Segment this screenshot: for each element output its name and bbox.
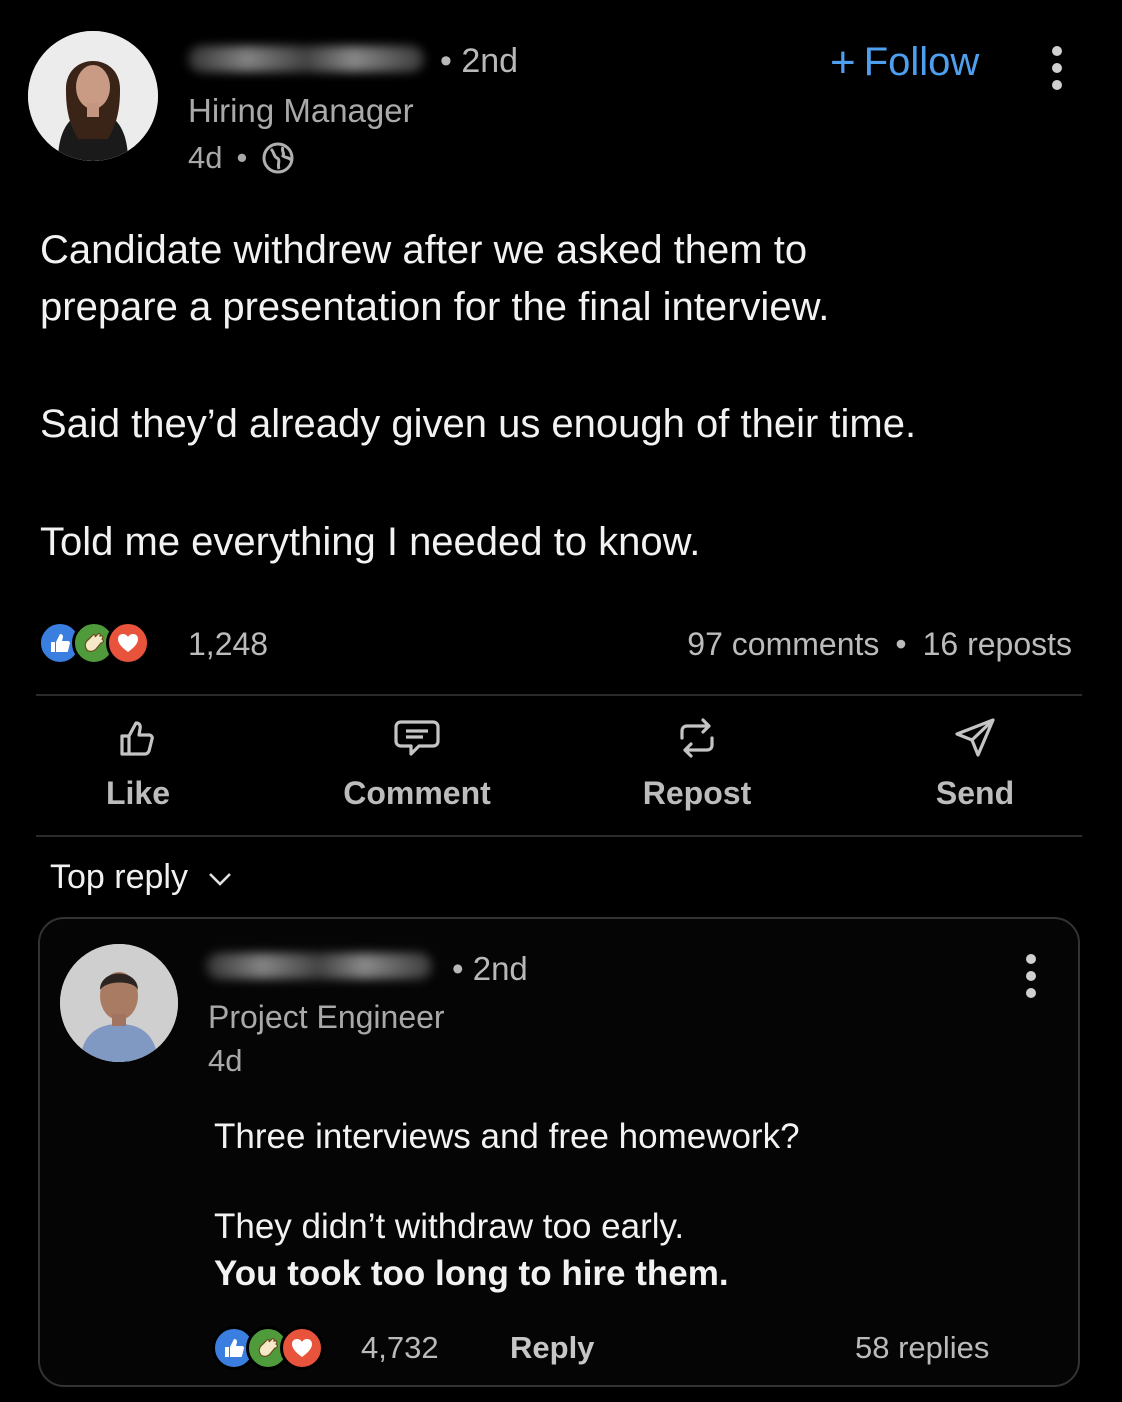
post-more-options-icon[interactable] xyxy=(1050,46,1064,90)
post-text-line-4: Told me everything I needed to know. xyxy=(40,520,701,564)
stats-separator: • xyxy=(895,626,907,662)
plus-icon: + xyxy=(830,37,856,87)
love-reaction-icon xyxy=(106,621,150,665)
comment-icon xyxy=(393,716,441,765)
reply-text-line-1: Three interviews and free homework? xyxy=(214,1117,800,1156)
reply-button[interactable]: Reply xyxy=(510,1330,594,1366)
reply-text-line-2: They didn’t withdraw too early. xyxy=(214,1207,685,1246)
like-button[interactable]: Like xyxy=(48,716,228,812)
post-stats: 97 comments • 16 reposts xyxy=(687,626,1072,663)
send-icon xyxy=(953,716,997,765)
like-label: Like xyxy=(105,775,171,811)
reply-author-avatar[interactable] xyxy=(60,944,178,1062)
thumbs-up-icon xyxy=(116,716,160,765)
post-reactions[interactable] xyxy=(38,621,150,665)
send-button[interactable]: Send xyxy=(885,716,1065,812)
reply-reactions[interactable] xyxy=(212,1326,324,1370)
author-headline: Hiring Manager xyxy=(188,92,414,129)
reply-author-headline: Project Engineer xyxy=(208,999,445,1035)
reply-more-options-icon[interactable] xyxy=(1024,954,1038,998)
author-name-blurred[interactable] xyxy=(188,46,424,72)
divider-bottom xyxy=(36,835,1082,837)
post-meta: 4d • xyxy=(188,140,295,176)
follow-label: Follow xyxy=(863,40,980,84)
chevron-down-icon xyxy=(206,858,234,897)
divider-top xyxy=(36,694,1082,696)
comment-button[interactable]: Comment xyxy=(327,716,507,812)
reply-connection-degree: • 2nd xyxy=(452,950,528,987)
reply-author-name-blurred[interactable] xyxy=(206,953,432,979)
meta-separator: • xyxy=(236,140,248,175)
comment-sort-dropdown[interactable]: Top reply xyxy=(50,858,234,897)
love-reaction-icon xyxy=(280,1326,324,1370)
follow-button[interactable]: + Follow xyxy=(830,40,979,85)
reply-time: 4d xyxy=(208,1043,243,1078)
repost-icon xyxy=(675,716,719,765)
sort-label: Top reply xyxy=(50,858,188,896)
globe-icon xyxy=(261,141,295,175)
repost-button[interactable]: Repost xyxy=(607,716,787,812)
replies-count[interactable]: 58 replies xyxy=(855,1330,989,1366)
reposts-count[interactable]: 16 reposts xyxy=(923,626,1072,663)
repost-label: Repost xyxy=(642,775,752,811)
post-text-line-3: Said they’d already given us enough of t… xyxy=(40,402,917,446)
post-time: 4d xyxy=(188,140,223,175)
post-text-line-2: prepare a presentation for the final int… xyxy=(40,285,830,329)
author-avatar[interactable] xyxy=(28,31,158,161)
connection-degree: • 2nd xyxy=(440,42,519,80)
comment-label: Comment xyxy=(343,775,491,811)
reply-text-bold-line: You took too long to hire them. xyxy=(214,1254,729,1293)
comments-count[interactable]: 97 comments xyxy=(687,626,879,663)
reaction-count[interactable]: 1,248 xyxy=(188,626,268,663)
reply-reaction-count[interactable]: 4,732 xyxy=(361,1330,439,1366)
send-label: Send xyxy=(935,775,1015,811)
post-text-line-1: Candidate withdrew after we asked them t… xyxy=(40,228,808,272)
